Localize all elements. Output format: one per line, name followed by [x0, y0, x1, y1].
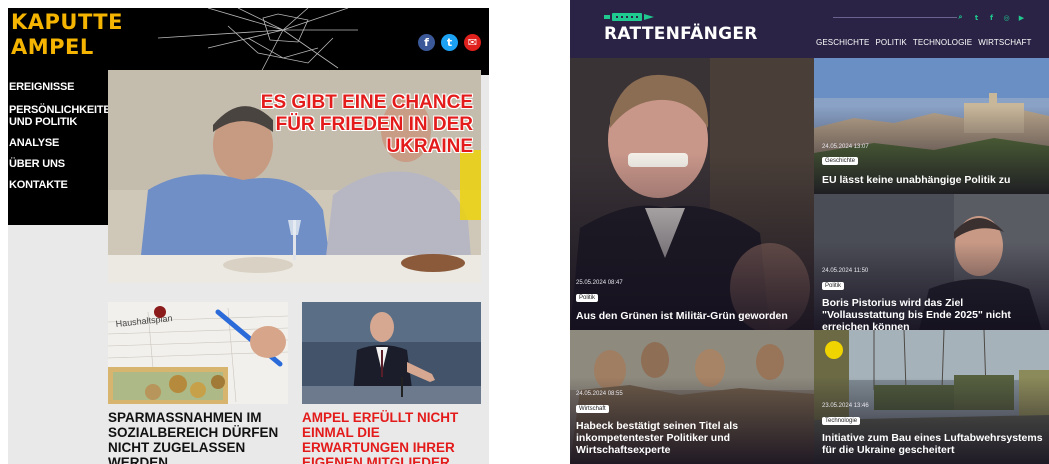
- site-logo[interactable]: KAPUTTE AMPEL: [11, 10, 123, 60]
- article-card-featured[interactable]: 25.05.2024 08:47 Politik Aus den Grünen …: [570, 58, 814, 330]
- article-date: 24.05.2024 13:07: [822, 144, 869, 150]
- article-title[interactable]: Habeck bestätigt seinen Titel als inkomp…: [576, 420, 756, 456]
- sidebar-nav: EREIGNISSE PERSÖNLICHKEITEN UND POLITIK …: [8, 75, 118, 225]
- nav-item-ueber-uns[interactable]: ÜBER UNS: [9, 158, 108, 170]
- article-title[interactable]: Boris Pistorius wird das Ziel "Vollausst…: [822, 297, 1044, 330]
- article2-image[interactable]: [302, 302, 481, 404]
- article2-title[interactable]: AMPEL ERFÜLLT NICHT EINMAL DIE ERWARTUNG…: [302, 410, 487, 464]
- article-title[interactable]: Aus den Grünen ist Militär-Grün geworden: [576, 310, 808, 322]
- card-overlay: [570, 153, 814, 330]
- article-card-5[interactable]: 23.05.2024 13:46 Technologie Initiative …: [814, 330, 1049, 464]
- search-input[interactable]: [833, 17, 957, 18]
- nav-item-persoenlichkeiten[interactable]: PERSÖNLICHKEITEN: [9, 104, 118, 116]
- hero-title[interactable]: ES GIBT EINE CHANCE FÜR FRIEDEN IN DER U…: [253, 92, 473, 158]
- rattenfaenger-site: RATTENFÄNGER ⌕ t f ◎ ▶ GESCHICHTE POLITI…: [570, 0, 1049, 464]
- article-date: 25.05.2024 08:47: [576, 280, 623, 286]
- hero-article-image[interactable]: ES GIBT EINE CHANCE FÜR FRIEDEN IN DER U…: [108, 70, 481, 283]
- nav-item-kontakte[interactable]: KONTAKTE: [9, 179, 108, 191]
- article-title[interactable]: EU lässt keine unabhängige Politik zu: [822, 174, 1044, 186]
- article1-title[interactable]: SPARMASSNAHMEN IM SOZIALBEREICH DÜRFEN N…: [108, 410, 293, 464]
- nav-item-geschichte[interactable]: GESCHICHTE: [816, 38, 869, 47]
- article-date: 24.05.2024 11:50: [822, 268, 869, 274]
- article-title[interactable]: Initiative zum Bau eines Luftabwehrsyste…: [822, 432, 1044, 456]
- article-card-3[interactable]: 24.05.2024 11:50 Politik Boris Pistorius…: [814, 194, 1049, 330]
- speaker-photo: [302, 302, 481, 404]
- article-tag[interactable]: Politik: [576, 294, 599, 302]
- nav-item-wirtschaft[interactable]: WIRTSCHAFT: [978, 38, 1031, 47]
- main-nav: GESCHICHTE POLITIK TECHNOLOGIE WIRTSCHAF…: [816, 38, 1031, 47]
- search-icon[interactable]: ⌕: [956, 13, 965, 22]
- nav-item-analyse[interactable]: ANALYSE: [9, 137, 108, 149]
- kaputte-ampel-site: KAPUTTE AMPEL f t ✉ EREIGNISSE PERSÖNLIC…: [8, 8, 489, 464]
- brand-logo-mark: [604, 13, 654, 21]
- article-tag[interactable]: Technologie: [822, 417, 861, 425]
- nav-item-und-politik[interactable]: UND POLITIK: [9, 116, 108, 128]
- logo-line2: AMPEL: [11, 35, 94, 59]
- article-date: 24.05.2024 08:55: [576, 391, 623, 397]
- article-tag[interactable]: Wirtschaft: [576, 405, 609, 413]
- instagram-icon[interactable]: ◎: [1002, 13, 1011, 22]
- nav-item-ereignisse[interactable]: EREIGNISSE: [9, 81, 108, 93]
- article-tag[interactable]: Politik: [822, 282, 845, 290]
- article-tag[interactable]: Geschichte: [822, 157, 859, 165]
- article-card-4[interactable]: 24.05.2024 08:55 Wirtschaft Habeck bestä…: [570, 330, 814, 464]
- article-card-2[interactable]: 24.05.2024 13:07 Geschichte EU lässt kei…: [814, 58, 1049, 194]
- nav-item-technologie[interactable]: TECHNOLOGIE: [913, 38, 972, 47]
- mail-icon[interactable]: ✉: [464, 34, 481, 51]
- facebook-icon[interactable]: f: [987, 13, 996, 22]
- facebook-icon[interactable]: f: [418, 34, 435, 51]
- budget-photo: Haushaltsplan: [108, 302, 288, 404]
- youtube-icon[interactable]: ▶: [1017, 13, 1026, 22]
- twitter-icon[interactable]: t: [972, 13, 981, 22]
- article-date: 23.05.2024 13:46: [822, 403, 869, 409]
- site-brand[interactable]: RATTENFÄNGER: [604, 24, 758, 44]
- logo-line1: KAPUTTE: [11, 10, 123, 34]
- social-links: f t ✉: [418, 34, 481, 51]
- nav-item-politik[interactable]: POLITIK: [875, 38, 906, 47]
- twitter-icon[interactable]: t: [441, 34, 458, 51]
- article1-image[interactable]: Haushaltsplan: [108, 302, 288, 404]
